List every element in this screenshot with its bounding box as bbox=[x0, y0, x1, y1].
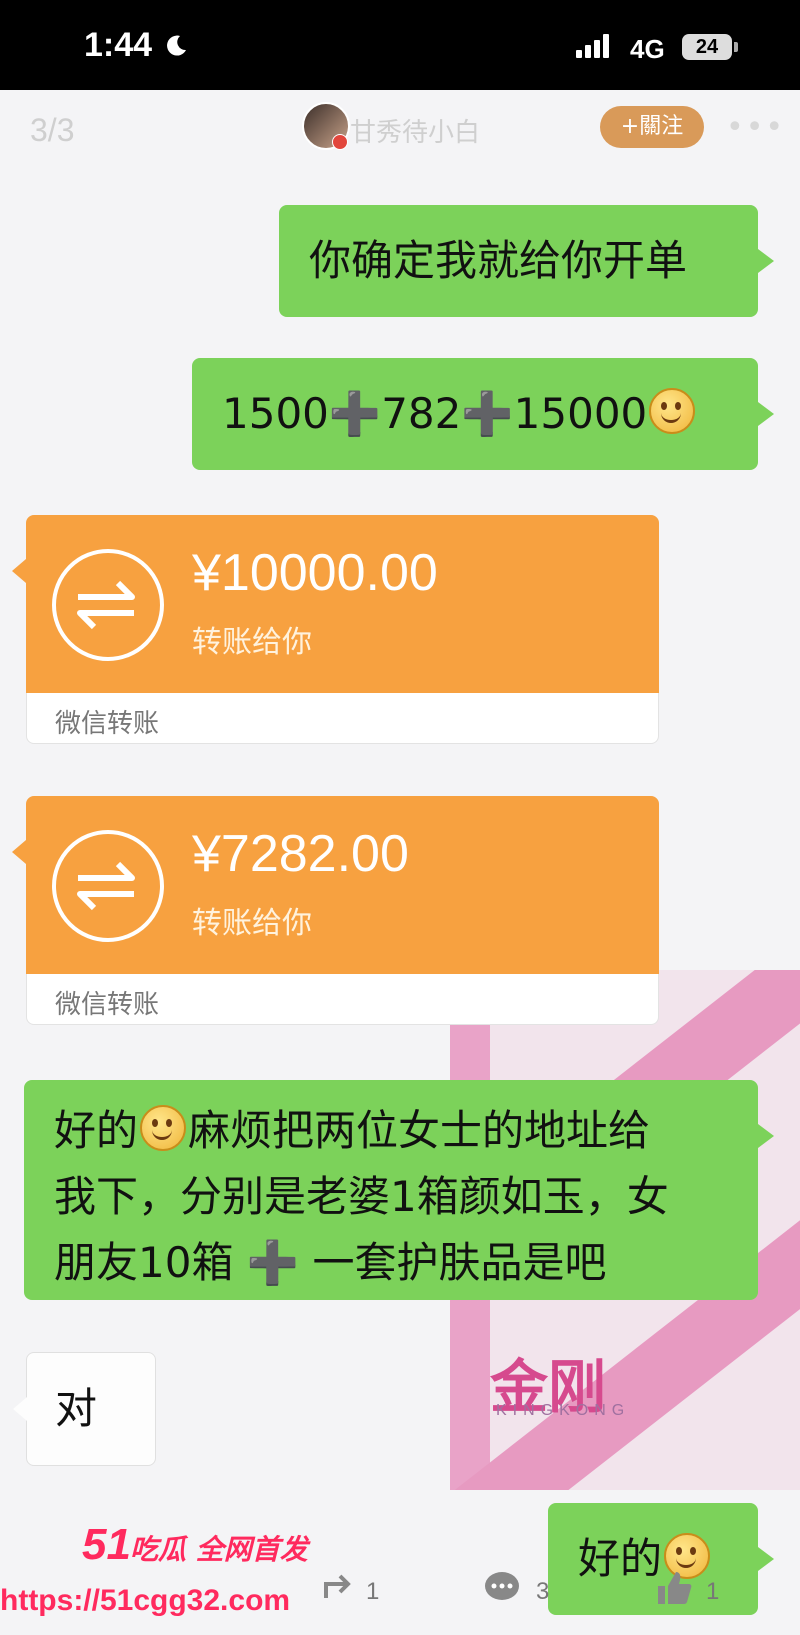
number-text: 1500 bbox=[222, 389, 329, 438]
moon-icon bbox=[167, 35, 186, 56]
share-icon[interactable] bbox=[318, 1568, 358, 1608]
transfer-card-body: ¥10000.00 转账给你 bbox=[12, 515, 659, 693]
number-text: 15000 bbox=[513, 389, 648, 438]
text-segment: 我下，分别是老婆1箱颜如玉，女 bbox=[54, 1172, 669, 1221]
watermark-number: 51 bbox=[82, 1520, 131, 1569]
network-type: 4G bbox=[630, 34, 665, 64]
chat-bubble-sent: 好的 麻烦把两位女士的地址给 我下，分别是老婆1箱颜如玉，女 朋友10箱 ➕ 一套… bbox=[24, 1080, 774, 1300]
message-text: 对 bbox=[55, 1384, 98, 1433]
smiley-emoji-icon bbox=[140, 1105, 187, 1151]
transfer-card-body: ¥7282.00 转账给你 bbox=[12, 796, 659, 974]
watermark: 51 吃瓜 全网首发 https://51cgg32.com bbox=[0, 1520, 310, 1635]
text-segment: 麻烦把两位女士的地址给 bbox=[188, 1106, 651, 1155]
signal-icon bbox=[576, 34, 612, 58]
share-count: 1 bbox=[366, 1578, 380, 1605]
ad-brand-en: KINGKONG bbox=[496, 1402, 631, 1419]
image-counter: 3/3 bbox=[30, 112, 75, 148]
follow-button[interactable]: +關注 bbox=[600, 106, 704, 148]
transfer-icon bbox=[52, 830, 164, 942]
username[interactable]: 甘秀待小白 bbox=[350, 112, 480, 149]
chat-bubble-sent: 你确定我就给你开单 bbox=[279, 205, 774, 317]
transfer-source: 微信转账 bbox=[55, 709, 160, 739]
transfer-source: 微信转账 bbox=[55, 990, 160, 1020]
plus-icon: ➕ bbox=[246, 1238, 300, 1287]
image-viewer: 金刚 KINGKONG 3/3 甘秀待小白 +關注 ••• 你确定我就给你开单 … bbox=[0, 90, 800, 1635]
watermark-slogan: 吃瓜 全网首发 bbox=[130, 1533, 308, 1566]
battery-tip bbox=[734, 42, 738, 52]
status-bar: 1:44 4G 24 bbox=[0, 0, 800, 90]
smiley-emoji-icon bbox=[649, 388, 696, 434]
transfer-card-footer: 微信转账 bbox=[26, 974, 659, 1025]
viewer-header: 3/3 甘秀待小白 +關注 ••• bbox=[0, 90, 800, 170]
message-text: 1500➕782➕15000 bbox=[222, 384, 697, 444]
plus-icon: ➕ bbox=[328, 389, 382, 438]
status-time: 1:44 bbox=[84, 26, 153, 64]
transfer-card-footer: 微信转账 bbox=[26, 693, 659, 744]
message-text: 你确定我就给你开单 bbox=[309, 236, 688, 285]
text-segment: 好的 bbox=[54, 1106, 139, 1155]
transfer-icon bbox=[52, 549, 164, 661]
watermark-url: https://51cgg32.com bbox=[0, 1584, 291, 1617]
comment-icon[interactable] bbox=[482, 1568, 522, 1608]
chat-bubble-sent: 1500➕782➕15000 bbox=[192, 358, 774, 470]
text-segment: 一套护肤品是吧 bbox=[312, 1238, 607, 1287]
transfer-card[interactable]: ¥7282.00 转账给你 微信转账 bbox=[12, 796, 659, 1025]
like-icon[interactable] bbox=[654, 1568, 694, 1608]
verified-badge-icon bbox=[332, 134, 348, 150]
comment-count: 3 bbox=[536, 1578, 550, 1605]
transfer-caption: 转账给你 bbox=[192, 625, 312, 660]
text-segment: 朋友10箱 bbox=[54, 1238, 234, 1287]
more-options-icon[interactable]: ••• bbox=[726, 110, 785, 145]
plus-icon: ➕ bbox=[461, 389, 514, 438]
transfer-caption: 转账给你 bbox=[192, 906, 312, 941]
chat-bubble-received: 对 bbox=[13, 1352, 156, 1466]
message-text: 好的 麻烦把两位女士的地址给 我下，分别是老婆1箱颜如玉，女 朋友10箱 ➕ 一套… bbox=[54, 1098, 669, 1296]
transfer-amount: ¥7282.00 bbox=[192, 825, 409, 883]
like-count: 1 bbox=[706, 1578, 720, 1605]
number-text: 782 bbox=[381, 389, 462, 438]
transfer-amount: ¥10000.00 bbox=[192, 544, 438, 602]
battery-icon: 24 bbox=[682, 34, 732, 60]
transfer-card[interactable]: ¥10000.00 转账给你 微信转账 bbox=[12, 515, 659, 744]
